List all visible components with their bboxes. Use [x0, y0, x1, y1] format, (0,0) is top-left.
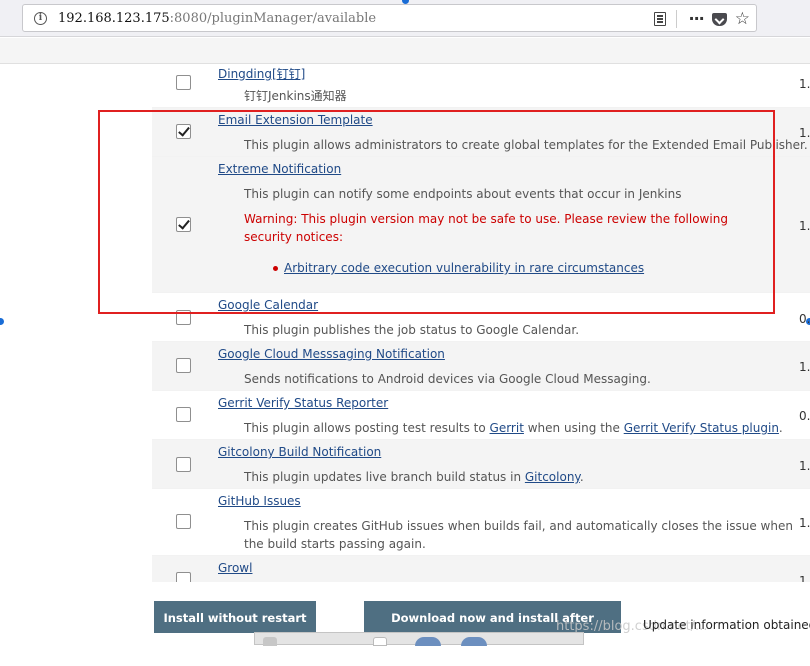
taskbar-overlay — [254, 632, 584, 646]
plugin-description: the build starts passing again. — [244, 537, 426, 551]
plugin-version: 1. — [799, 126, 810, 140]
plugin-checkbox[interactable] — [176, 310, 191, 325]
plugin-row: Gitcolony Build Notification This plugin… — [152, 440, 810, 489]
plugin-version: 1. — [799, 219, 810, 233]
plugin-name-link[interactable]: GitHub Issues — [218, 494, 301, 508]
plugin-checkbox[interactable] — [176, 407, 191, 422]
plugin-description: This plugin publishes the job status to … — [244, 323, 580, 337]
browser-toolbar: i 192.168.123.175:8080/pluginManager/ava… — [0, 0, 810, 37]
plugin-name-link[interactable]: Gerrit Verify Status Reporter — [218, 396, 388, 410]
url-text[interactable]: 192.168.123.175:8080/pluginManager/avail… — [58, 11, 376, 26]
plugin-table: Dingding[钉钉] 钉钉Jenkins通知器 1. Email Exten… — [152, 64, 810, 582]
reader-view-icon[interactable] — [653, 12, 666, 26]
plugin-version: 0. — [799, 409, 810, 423]
plugin-name-link[interactable]: Extreme Notification — [218, 162, 341, 176]
plugin-row: Google Cloud Messsaging Notification Sen… — [152, 342, 810, 391]
plugin-version: 1. — [799, 360, 810, 374]
install-without-restart-button[interactable]: Install without restart — [154, 601, 316, 633]
plugin-row: Dingding[钉钉] 钉钉Jenkins通知器 1. — [152, 64, 810, 108]
bookmark-star-icon[interactable]: ☆ — [735, 11, 750, 28]
plugin-name-link[interactable]: Gitcolony Build Notification — [218, 445, 381, 459]
plugin-checkbox[interactable] — [176, 514, 191, 529]
plugin-version: 1. — [799, 77, 810, 91]
pocket-icon[interactable] — [711, 12, 727, 26]
plugin-name-link[interactable]: Dingding[钉钉] — [218, 65, 305, 82]
gerrit-link[interactable]: Gerrit — [490, 421, 524, 435]
plugin-checkbox[interactable] — [176, 572, 191, 582]
plugin-checkbox[interactable] — [176, 457, 191, 472]
selection-handle[interactable] — [0, 318, 4, 325]
plugin-description: This plugin creates GitHub issues when b… — [244, 519, 793, 533]
plugin-description: 钉钉Jenkins通知器 — [244, 89, 347, 103]
plugin-description: This plugin can notify some endpoints ab… — [244, 187, 682, 201]
plugin-description: This plugin allows administrators to cre… — [244, 138, 808, 152]
gitcolony-link[interactable]: Gitcolony — [525, 470, 580, 484]
plugin-version: 1. — [799, 574, 810, 582]
plugin-checkbox[interactable] — [176, 75, 191, 90]
security-notice-link[interactable]: Arbitrary code execution vulnerability i… — [284, 261, 644, 275]
address-bar[interactable]: i 192.168.123.175:8080/pluginManager/ava… — [22, 4, 757, 32]
plugin-row: Gerrit Verify Status Reporter This plugi… — [152, 391, 810, 440]
info-icon[interactable]: i — [34, 12, 47, 25]
plugin-description: Sends notifications to Android devices v… — [244, 372, 651, 386]
plugin-version: 0. — [799, 312, 810, 326]
bullet — [273, 266, 278, 271]
plugin-name-link[interactable]: Google Calendar — [218, 298, 318, 312]
plugin-name-link[interactable]: Email Extension Template — [218, 113, 373, 127]
plugin-row: Extreme Notification This plugin can not… — [152, 157, 810, 293]
more-actions-icon[interactable]: ··· — [689, 11, 705, 27]
plugin-version: 1. — [799, 459, 810, 473]
plugin-description: This plugin updates live branch build st… — [244, 470, 584, 484]
plugin-row: GitHub Issues This plugin creates GitHub… — [152, 489, 810, 556]
plugin-name-link[interactable]: Growl — [218, 561, 252, 575]
plugin-checkbox[interactable] — [176, 358, 191, 373]
plugin-name-link[interactable]: Google Cloud Messsaging Notification — [218, 347, 445, 361]
plugin-version: 1. — [799, 516, 810, 530]
plugin-row: Google Calendar This plugin publishes th… — [152, 293, 810, 342]
update-info-text: Update information obtained: — [643, 618, 810, 632]
page-header-strip — [0, 38, 810, 64]
security-warning: Warning: This plugin version may not be … — [244, 212, 728, 244]
plugin-checkbox[interactable] — [176, 124, 191, 139]
plugin-checkbox[interactable] — [176, 217, 191, 232]
plugin-row: Email Extension Template This plugin all… — [152, 108, 810, 157]
plugin-row: Growl 1. — [152, 556, 810, 582]
gerrit-verify-status-plugin-link[interactable]: Gerrit Verify Status plugin — [624, 421, 779, 435]
plugin-description: This plugin allows posting test results … — [244, 421, 783, 435]
